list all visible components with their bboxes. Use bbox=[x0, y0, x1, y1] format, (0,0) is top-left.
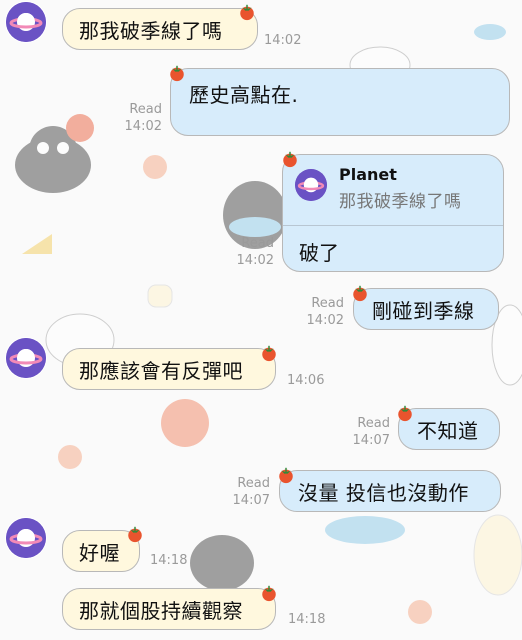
message-time: 14:18 bbox=[150, 553, 188, 568]
message-incoming: 那就個股持續觀察 14:18 bbox=[0, 580, 522, 638]
quoted-avatar-planet-icon bbox=[295, 169, 327, 201]
tomato-badge-icon bbox=[260, 344, 278, 362]
message-text: 那我破季線了嗎 bbox=[79, 18, 223, 43]
reply-message-bubble[interactable]: Planet 那我破季線了嗎 破了 bbox=[282, 154, 504, 272]
message-outgoing: Read 14:07 不知道 bbox=[0, 402, 522, 456]
message-bubble[interactable]: 那我破季線了嗎 bbox=[62, 8, 258, 50]
message-incoming: 那應該會有反彈吧 14:06 bbox=[0, 338, 522, 394]
read-status: Read bbox=[241, 236, 274, 251]
message-text: 剛碰到季線 bbox=[372, 298, 475, 323]
message-text: 好喔 bbox=[79, 540, 120, 565]
message-outgoing: Read 14:02 剛碰到季線 bbox=[0, 282, 522, 334]
message-time: 14:07 bbox=[352, 433, 390, 448]
message-bubble[interactable]: 歷史高點在. bbox=[170, 68, 510, 136]
message-text: 不知道 bbox=[417, 418, 479, 443]
message-text: 沒量 投信也沒動作 bbox=[298, 480, 469, 505]
message-bubble[interactable]: 那應該會有反彈吧 bbox=[62, 348, 276, 390]
message-outgoing: Read 14:02 歷史高點在. bbox=[0, 60, 522, 140]
message-time: 14:02 bbox=[264, 33, 302, 48]
quoted-sender-name: Planet bbox=[339, 165, 397, 184]
message-text: 破了 bbox=[299, 241, 339, 265]
message-incoming: 那我破季線了嗎 14:02 bbox=[0, 0, 522, 56]
read-status: Read bbox=[129, 102, 162, 117]
message-time: 14:02 bbox=[236, 253, 274, 268]
read-status: Read bbox=[311, 296, 344, 311]
contact-avatar-planet-icon[interactable] bbox=[6, 2, 46, 42]
read-status: Read bbox=[237, 476, 270, 491]
message-text: 那應該會有反彈吧 bbox=[79, 358, 243, 383]
message-text: 歷史高點在. bbox=[189, 83, 299, 107]
contact-avatar-planet-icon[interactable] bbox=[6, 338, 46, 378]
tomato-badge-icon bbox=[351, 284, 369, 302]
message-time: 14:18 bbox=[288, 612, 326, 627]
quoted-text: 那我破季線了嗎 bbox=[339, 192, 462, 212]
message-time: 14:06 bbox=[287, 373, 325, 388]
message-time: 14:07 bbox=[232, 493, 270, 508]
message-text: 那就個股持續觀察 bbox=[79, 598, 243, 623]
contact-avatar-planet-icon[interactable] bbox=[6, 518, 46, 558]
message-bubble[interactable]: 沒量 投信也沒動作 bbox=[279, 470, 501, 512]
tomato-badge-icon bbox=[126, 525, 144, 543]
tomato-badge-icon bbox=[238, 3, 256, 21]
quoted-message[interactable]: Planet 那我破季線了嗎 bbox=[283, 155, 503, 226]
read-status: Read bbox=[357, 416, 390, 431]
message-time: 14:02 bbox=[306, 313, 344, 328]
message-time: 14:02 bbox=[124, 119, 162, 134]
message-outgoing-reply: Read 14:02 Planet 那我破季線了嗎 破了 bbox=[0, 148, 522, 274]
message-incoming: 好喔 14:18 bbox=[0, 518, 522, 578]
message-bubble[interactable]: 那就個股持續觀察 bbox=[62, 588, 276, 630]
message-outgoing: Read 14:07 沒量 投信也沒動作 bbox=[0, 464, 522, 518]
tomato-badge-icon bbox=[396, 404, 414, 422]
tomato-badge-icon bbox=[281, 150, 299, 168]
tomato-badge-icon bbox=[277, 466, 295, 484]
message-bubble[interactable]: 剛碰到季線 bbox=[353, 288, 499, 330]
tomato-badge-icon bbox=[168, 64, 186, 82]
tomato-badge-icon bbox=[260, 584, 278, 602]
